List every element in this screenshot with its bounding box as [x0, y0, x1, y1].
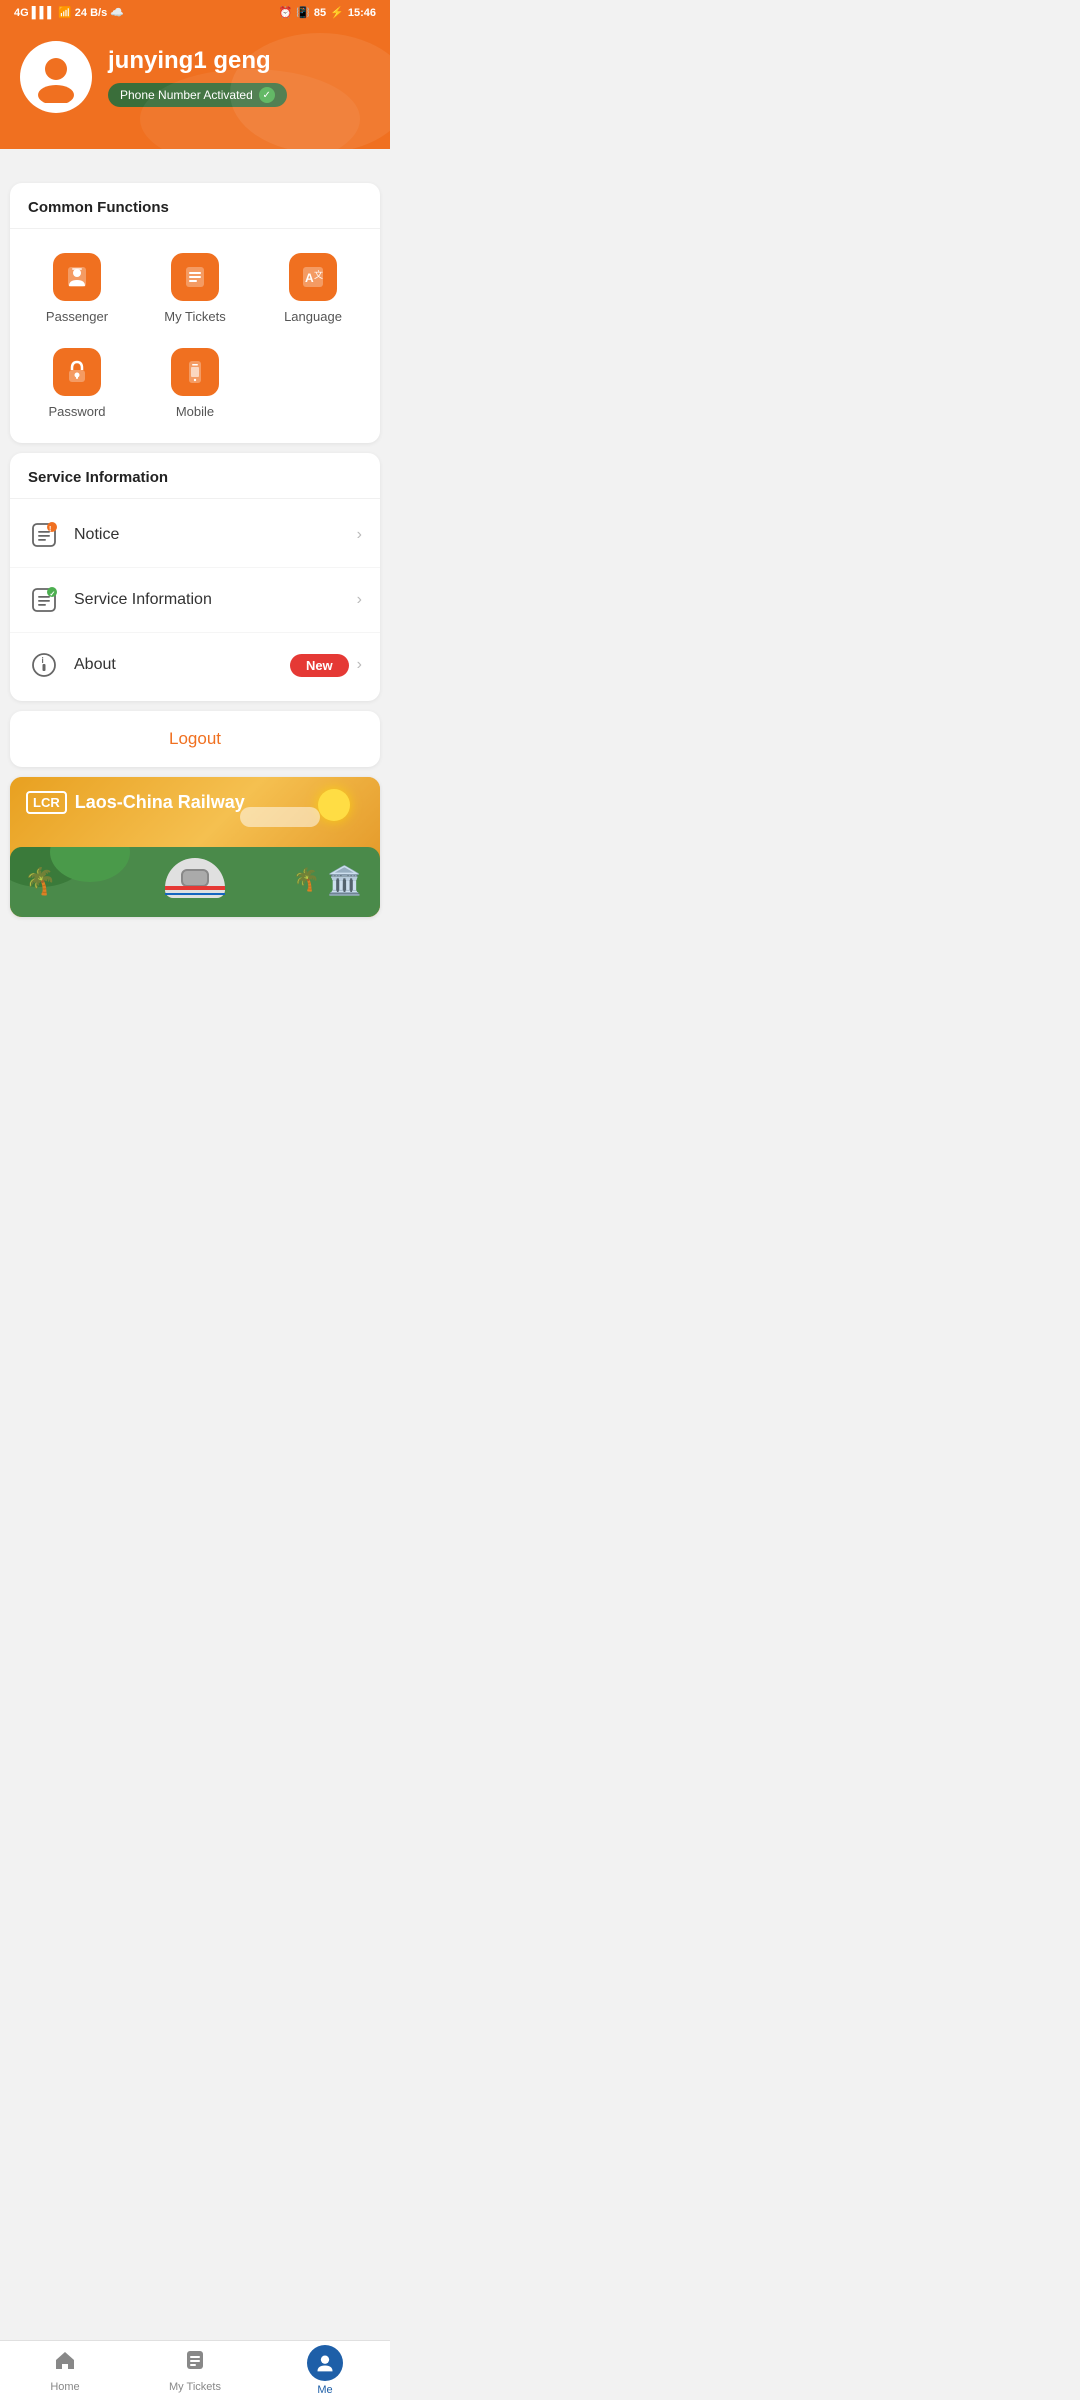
notice-chevron: › [357, 526, 362, 544]
svg-text:A: A [305, 271, 314, 285]
banner-palm-left-icon: 🌴 [24, 866, 56, 897]
banner-title: Laos-China Railway [75, 792, 245, 813]
function-item-language[interactable]: A 文 Language [254, 245, 372, 340]
my-tickets-nav-icon [183, 2348, 207, 2378]
avatar-icon [30, 51, 82, 103]
function-item-my-tickets[interactable]: My Tickets [136, 245, 254, 340]
train-stripe-blue [165, 893, 225, 895]
signal-icon: 4G [14, 7, 29, 19]
lcr-logo: LCR [26, 791, 67, 814]
check-icon: ✓ [259, 87, 275, 103]
alarm-icon: ⏰ [279, 6, 293, 19]
banner-clouds [240, 807, 320, 827]
train-stripe-red [165, 886, 225, 890]
vibrate-icon: 📳 [296, 6, 310, 19]
my-tickets-func-label: My Tickets [164, 309, 225, 324]
train-window [181, 869, 209, 887]
common-functions-card: Common Functions Passenger [10, 183, 380, 443]
phone-badge-text: Phone Number Activated [120, 88, 253, 102]
profile-name: junying1 geng [108, 47, 287, 75]
mobile-icon [171, 348, 219, 396]
train-front [165, 858, 225, 898]
about-label: About [74, 656, 290, 674]
bottom-nav: Home My Tickets Me [0, 2340, 390, 2400]
function-item-password[interactable]: Password [18, 340, 136, 435]
clock: 15:46 [348, 7, 376, 19]
service-list: ! Notice › ✓ [10, 499, 380, 701]
password-icon [53, 348, 101, 396]
function-item-passenger[interactable]: Passenger [18, 245, 136, 340]
phone-badge: Phone Number Activated ✓ [108, 83, 287, 107]
signal-bars: ▌▌▌ [32, 7, 55, 19]
svg-text:文: 文 [314, 269, 323, 280]
mobile-label: Mobile [176, 404, 214, 419]
service-information-label: Service Information [74, 591, 357, 609]
logout-button[interactable]: Logout [169, 729, 221, 748]
nav-item-me[interactable]: Me [260, 2339, 390, 2400]
service-info-chevron: › [357, 591, 362, 609]
about-item[interactable]: i About New › [10, 633, 380, 697]
svg-text:i: i [42, 656, 44, 665]
about-badge: New [290, 654, 349, 677]
my-tickets-func-icon [171, 253, 219, 301]
notice-icon: ! [28, 519, 60, 551]
status-bar: 4G ▌▌▌ 📶 24 B/s ☁️ ⏰ 📳 85 ⚡ 15:46 [0, 0, 390, 23]
banner-sun [318, 789, 350, 821]
battery-level: 85 [314, 7, 326, 19]
data-speed: 24 B/s [75, 7, 107, 19]
nav-item-my-tickets[interactable]: My Tickets [130, 2342, 260, 2399]
profile-header: junying1 geng Phone Number Activated ✓ [0, 23, 390, 149]
svg-text:✓: ✓ [50, 591, 56, 598]
service-information-title: Service Information [10, 453, 380, 499]
profile-info: junying1 geng Phone Number Activated ✓ [108, 47, 287, 107]
notice-label: Notice [74, 526, 357, 544]
passenger-icon [53, 253, 101, 301]
me-nav-label: Me [317, 2384, 332, 2396]
me-nav-icon [307, 2345, 343, 2381]
about-icon: i [28, 649, 60, 681]
home-nav-label: Home [50, 2381, 79, 2393]
my-tickets-nav-label: My Tickets [169, 2381, 221, 2393]
nav-item-home[interactable]: Home [0, 2342, 130, 2399]
password-label: Password [48, 404, 105, 419]
common-functions-title: Common Functions [10, 183, 380, 229]
function-item-mobile[interactable]: Mobile [136, 340, 254, 435]
lcr-banner[interactable]: LCR Laos-China Railway 🌴 🌴 🏛️ [10, 777, 380, 917]
cloud-icon: ☁️ [110, 6, 124, 19]
status-left: 4G ▌▌▌ 📶 24 B/s ☁️ [14, 6, 124, 19]
passenger-label: Passenger [46, 309, 108, 324]
avatar[interactable] [20, 41, 92, 113]
logout-card[interactable]: Logout [10, 711, 380, 767]
service-info-icon: ✓ [28, 584, 60, 616]
banner-palm-right-icon: 🌴 [293, 867, 320, 893]
status-right: ⏰ 📳 85 ⚡ 15:46 [279, 6, 377, 19]
wifi-icon: 📶 [58, 6, 72, 19]
main-content: Common Functions Passenger [0, 149, 390, 917]
language-icon: A 文 [289, 253, 337, 301]
home-nav-icon [53, 2348, 77, 2378]
banner-logo-area: LCR Laos-China Railway [26, 791, 245, 814]
about-chevron: › [357, 656, 362, 674]
notice-item[interactable]: ! Notice › [10, 503, 380, 568]
banner-train [165, 858, 225, 903]
service-information-card: Service Information ! Notice › [10, 453, 380, 701]
battery-icon: ⚡ [330, 6, 344, 19]
language-label: Language [284, 309, 342, 324]
functions-grid: Passenger My Tickets A [10, 229, 380, 443]
banner-building-icon: 🏛️ [327, 864, 362, 897]
service-information-item[interactable]: ✓ Service Information › [10, 568, 380, 633]
